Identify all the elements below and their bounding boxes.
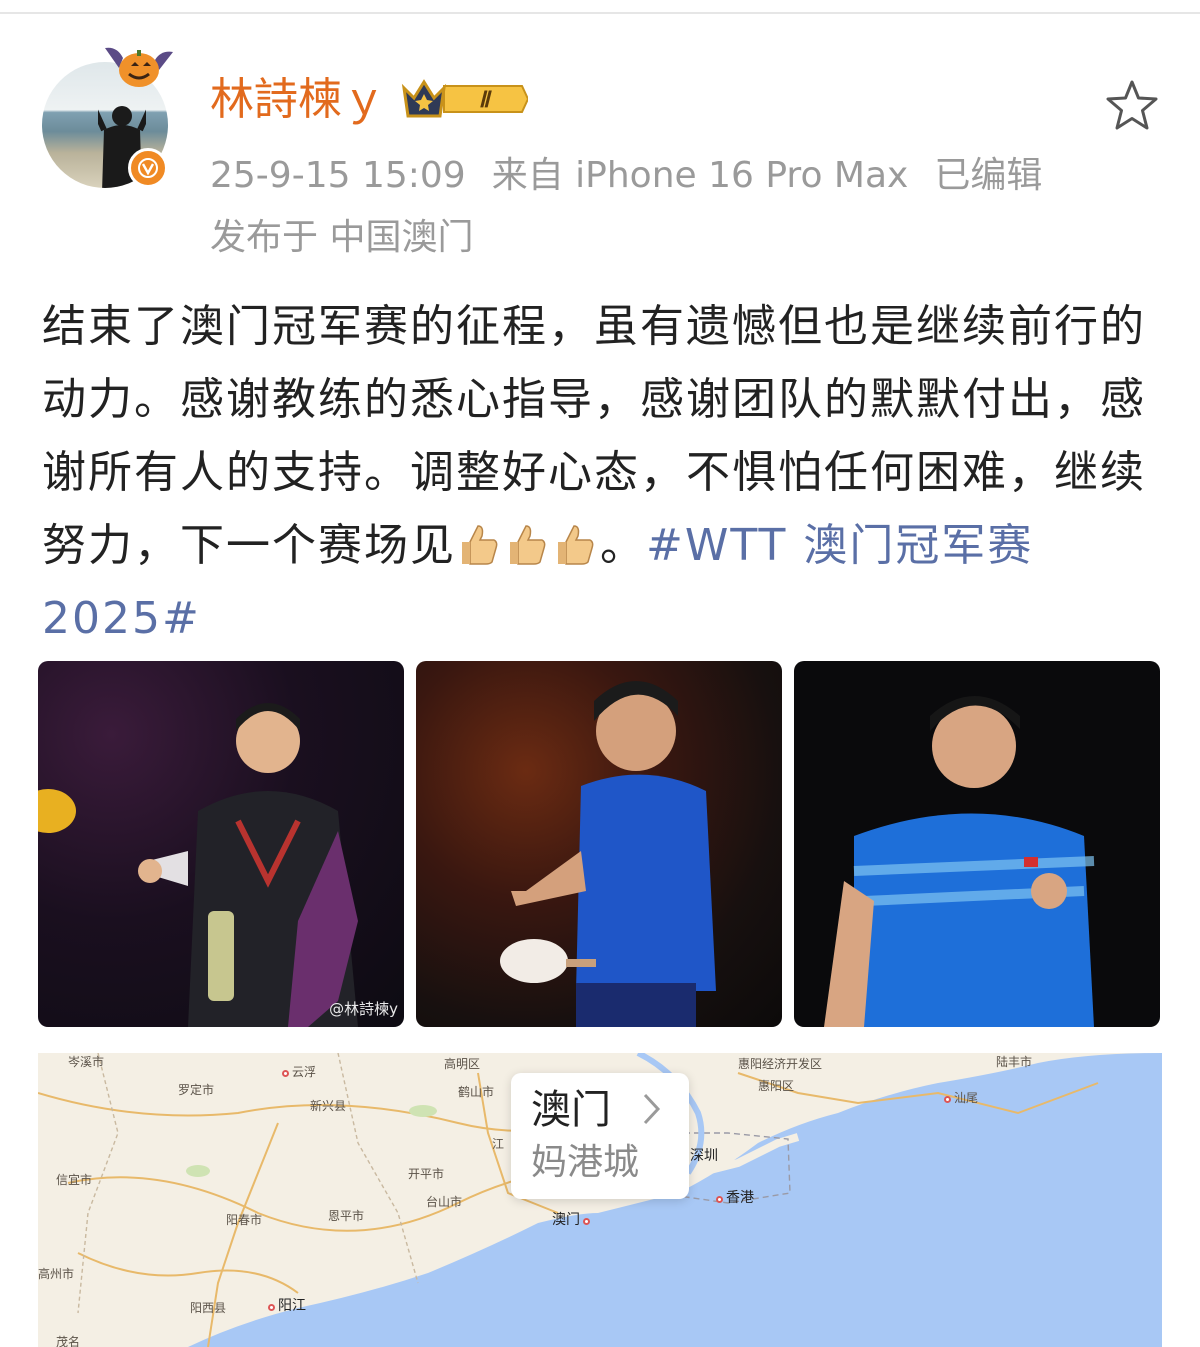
map-label-xinyi: 信宜市 xyxy=(56,1173,93,1187)
map-label-yangjiang: 阳江 xyxy=(268,1295,306,1315)
map-city-marker xyxy=(944,1096,951,1103)
post-edited-label[interactable]: 已编辑 xyxy=(934,155,1042,196)
map-city-marker xyxy=(282,1070,289,1077)
photo-watermark: @林詩楝y xyxy=(329,1000,398,1018)
map-label-yangchun: 阳春市 xyxy=(226,1213,263,1227)
thumbs-up-icon xyxy=(558,525,594,565)
map-location-card[interactable]: 澳门 妈港城 xyxy=(511,1073,689,1199)
location-map[interactable]: 云浮 罗定市 新兴县 高明区 鹤山市 江 信宜市 开平市 台山市 阳春市 恩平市… xyxy=(38,1053,1162,1347)
map-label-yunfu: 云浮 xyxy=(282,1063,316,1080)
map-label-macau: 澳门 xyxy=(552,1209,593,1229)
map-label-hongkong: 香港 xyxy=(716,1187,754,1207)
post-content: 结束了澳门冠军赛的征程，虽有遗憾但也是继续前行的动力。感谢教练的悉心指导，感谢团… xyxy=(42,290,1162,655)
map-label-lufeng: 陆丰市 xyxy=(996,1055,1033,1069)
thumbs-up-icon xyxy=(510,525,546,565)
post-text-tail: 。 xyxy=(600,520,646,571)
map-label-luoding: 罗定市 xyxy=(178,1083,215,1097)
map-label-xinxing: 新兴县 xyxy=(310,1099,347,1113)
map-label-enping: 恩平市 xyxy=(328,1209,365,1223)
verified-v-icon xyxy=(138,158,158,178)
map-label-cenxi: 岑溪市 xyxy=(68,1055,105,1069)
map-label-shanwei: 汕尾 xyxy=(944,1089,978,1106)
favorite-star-icon[interactable] xyxy=(1104,78,1160,132)
thumbs-up-icon xyxy=(462,525,498,565)
verified-badge xyxy=(128,148,168,188)
photo-coach[interactable]: @林詩楝y xyxy=(38,661,404,1027)
map-city-marker xyxy=(583,1218,590,1225)
top-divider xyxy=(0,12,1200,14)
photo-player-front[interactable] xyxy=(794,661,1160,1027)
photo-player-front-illustration xyxy=(824,696,1095,1027)
map-city-marker xyxy=(268,1304,275,1311)
map-label-huiyang: 惠阳区 xyxy=(758,1079,795,1093)
map-label-jiangmen: 江 xyxy=(492,1137,505,1151)
map-label-shenzhen: 深圳 xyxy=(690,1148,718,1164)
map-label-kaiping: 开平市 xyxy=(408,1167,445,1181)
map-card-title: 澳门 xyxy=(531,1087,611,1133)
map-label-taishan: 台山市 xyxy=(426,1195,463,1209)
photo-player-back[interactable] xyxy=(416,661,782,1027)
photo-player-back-illustration xyxy=(500,681,716,1027)
halloween-pumpkin-icon xyxy=(105,47,173,87)
crown-rank-badge[interactable]: Ⅱ xyxy=(400,76,528,122)
map-label-huiyang-dev: 惠阳经济开发区 xyxy=(738,1057,823,1071)
username[interactable]: 林詩楝ｙ xyxy=(210,72,386,128)
map-label-gaoming: 高明区 xyxy=(444,1057,481,1071)
post-time: 25-9-15 15:09 xyxy=(210,155,466,196)
post-location: 发布于 中国澳门 xyxy=(210,217,474,258)
map-card-subtitle: 妈港城 xyxy=(531,1142,640,1183)
map-label-maoming: 茂名 xyxy=(56,1335,81,1347)
map-label-gaozhou: 高州市 xyxy=(38,1267,75,1281)
photo-coach-illustration xyxy=(38,703,358,1027)
map-label-heshan: 鹤山市 xyxy=(458,1085,495,1099)
chevron-right-icon xyxy=(643,1093,661,1125)
post-source: 来自 iPhone 16 Pro Max xyxy=(491,155,909,196)
map-city-marker xyxy=(716,1196,723,1203)
map-label-yangxi: 阳西县 xyxy=(190,1301,227,1315)
post-meta: 25-9-15 15:09 来自 iPhone 16 Pro Max 已编辑 xyxy=(210,152,1068,200)
